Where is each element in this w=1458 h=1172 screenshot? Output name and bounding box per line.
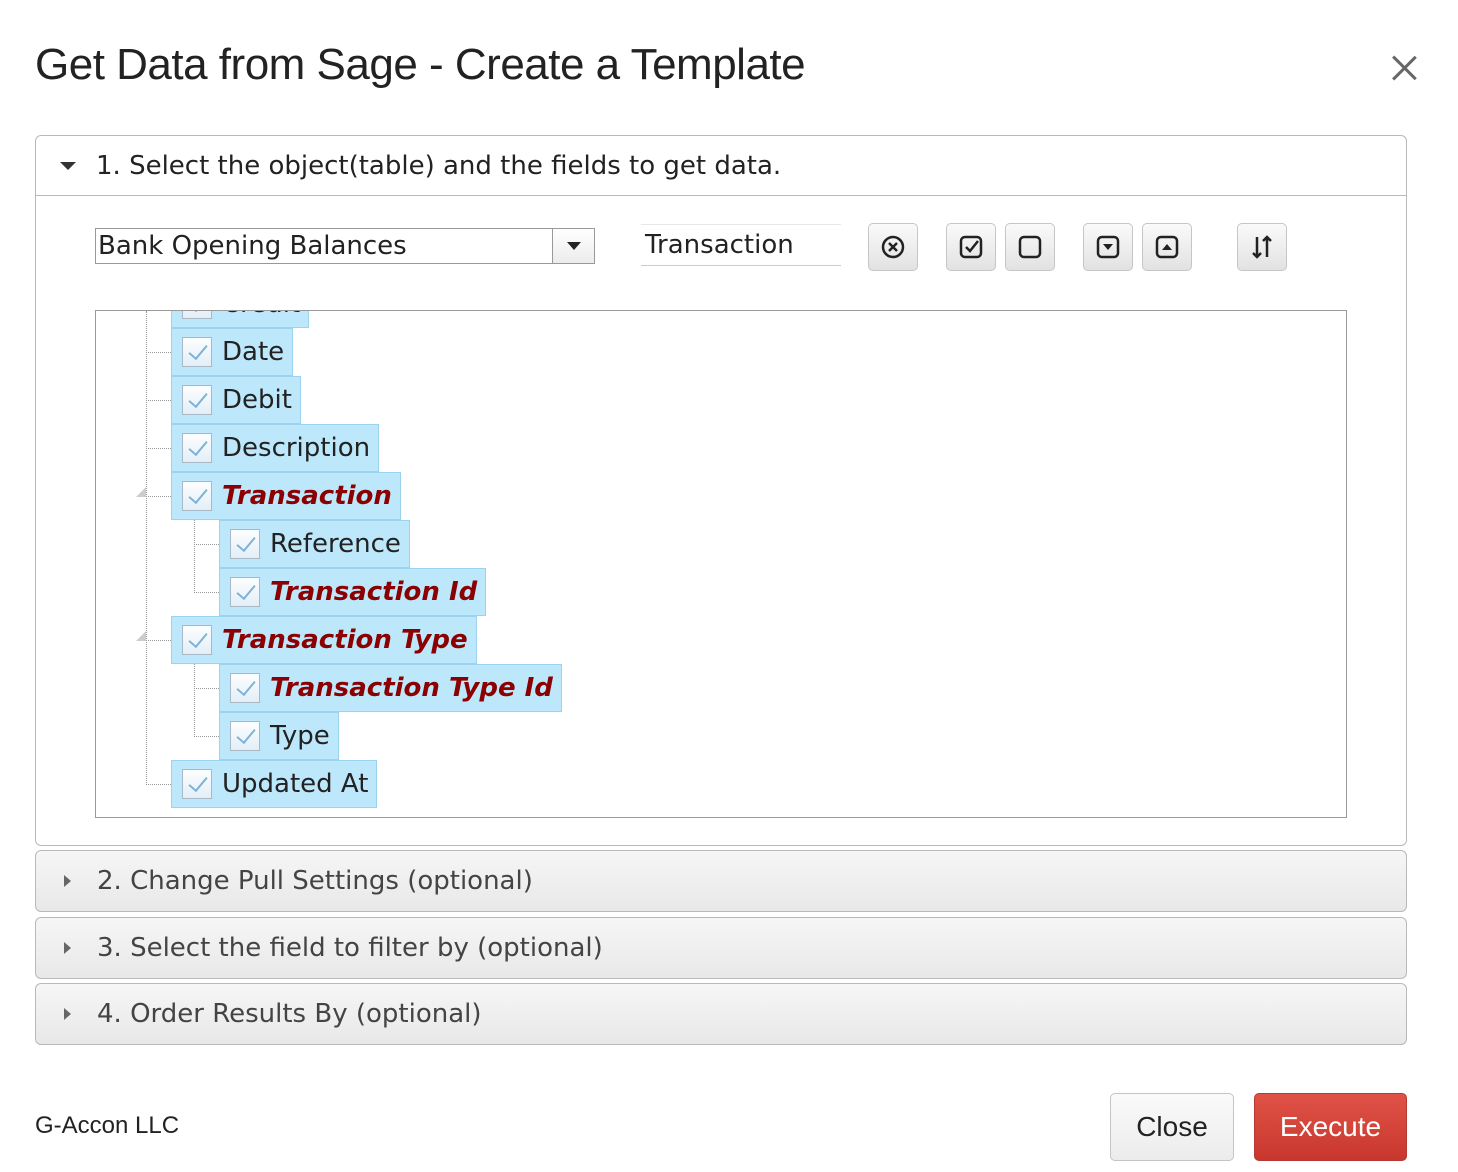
checkbox-checked-icon[interactable] [182, 385, 212, 415]
tree-connector [194, 736, 219, 737]
tree-connector [194, 519, 195, 593]
tree-connector [194, 544, 219, 545]
section-title-2: 2. Change Pull Settings (optional) [97, 866, 533, 896]
section-header-2[interactable]: 2. Change Pull Settings (optional) [36, 851, 1406, 911]
tree-item-transaction-type[interactable]: Transaction Type [171, 616, 477, 664]
clear-search-button[interactable] [868, 223, 918, 271]
clear-search-icon [881, 235, 905, 259]
field-search-input[interactable]: Transaction [641, 224, 841, 266]
checkbox-checked-icon[interactable] [230, 721, 260, 751]
collapse-all-button[interactable] [1142, 223, 1192, 271]
expand-toggle-icon[interactable] [136, 631, 146, 641]
field-search-value: Transaction [645, 230, 794, 260]
tree-connector [146, 311, 147, 785]
execute-button[interactable]: Execute [1254, 1093, 1407, 1161]
tree-item-label: Date [222, 337, 285, 367]
checkbox-checked-icon[interactable] [230, 529, 260, 559]
tree-item-label: Transaction Type [222, 625, 468, 655]
caret-right-icon [64, 1008, 71, 1020]
brand-label: G-Accon LLC [35, 1112, 180, 1139]
close-icon[interactable] [1386, 50, 1422, 86]
tree-item-label: Description [222, 433, 371, 463]
uncheck-all-icon [1018, 235, 1042, 259]
object-select[interactable]: Bank Opening Balances [95, 228, 595, 264]
check-all-icon [959, 235, 983, 259]
section-title-3: 3. Select the field to filter by (option… [97, 933, 603, 963]
section-header-4[interactable]: 4. Order Results By (optional) [36, 984, 1406, 1044]
uncheck-all-button[interactable] [1005, 223, 1055, 271]
sort-icon [1252, 235, 1272, 259]
sort-button[interactable] [1237, 223, 1287, 271]
tree-item-transaction[interactable]: Transaction [171, 472, 401, 520]
collapse-all-icon [1155, 235, 1179, 259]
checkbox-checked-icon[interactable] [230, 577, 260, 607]
checkbox-checked-icon[interactable] [182, 311, 212, 319]
object-select-value: Bank Opening Balances [98, 231, 407, 261]
tree-item-label: Type [270, 721, 330, 751]
tree-item-label: Reference [270, 529, 401, 559]
expand-all-button[interactable] [1083, 223, 1133, 271]
expand-toggle-icon[interactable] [136, 487, 146, 497]
checkbox-checked-icon[interactable] [182, 337, 212, 367]
field-tree[interactable]: Credit Date Debit Description Transactio… [95, 310, 1347, 818]
tree-connector [146, 400, 171, 401]
check-all-button[interactable] [946, 223, 996, 271]
tree-item-label: Debit [222, 385, 292, 415]
tree-connector [194, 663, 195, 737]
checkbox-checked-icon[interactable] [182, 625, 212, 655]
chevron-down-icon[interactable] [552, 229, 594, 263]
tree-connector [146, 496, 171, 497]
caret-right-icon [64, 942, 71, 954]
tree-item-label: Transaction Type Id [270, 673, 553, 703]
tree-item-label: Transaction Id [270, 577, 478, 607]
tree-item-description[interactable]: Description [171, 424, 380, 472]
checkbox-checked-icon[interactable] [230, 673, 260, 703]
caret-down-icon [60, 161, 76, 170]
expand-all-icon [1096, 235, 1120, 259]
tree-connector [146, 784, 171, 785]
checkbox-checked-icon[interactable] [182, 769, 212, 799]
tree-connector [146, 448, 171, 449]
section-header-1[interactable]: 1. Select the object(table) and the fiel… [36, 136, 1406, 196]
checkbox-checked-icon[interactable] [182, 481, 212, 511]
tree-item-date[interactable]: Date [171, 328, 294, 376]
tree-connector [146, 352, 171, 353]
tree-item-reference[interactable]: Reference [219, 520, 410, 568]
tree-item-label: Transaction [222, 481, 392, 511]
section-header-3[interactable]: 3. Select the field to filter by (option… [36, 918, 1406, 978]
section-title-1: 1. Select the object(table) and the fiel… [96, 150, 782, 181]
dialog-title: Get Data from Sage - Create a Template [35, 40, 806, 89]
tree-item-transaction-type-id[interactable]: Transaction Type Id [219, 664, 562, 712]
tree-item-type[interactable]: Type [219, 712, 339, 760]
close-button[interactable]: Close [1110, 1093, 1234, 1161]
checkbox-checked-icon[interactable] [182, 433, 212, 463]
tree-connector [146, 640, 171, 641]
tree-item-credit[interactable]: Credit [171, 311, 310, 328]
tree-item-debit[interactable]: Debit [171, 376, 301, 424]
tree-item-updated-at[interactable]: Updated At [171, 760, 378, 808]
tree-item-label: Updated At [222, 769, 369, 799]
section-filter[interactable]: 3. Select the field to filter by (option… [35, 917, 1407, 979]
section-order-results[interactable]: 4. Order Results By (optional) [35, 983, 1407, 1045]
tree-connector [194, 688, 219, 689]
tree-item-transaction-id[interactable]: Transaction Id [219, 568, 487, 616]
tree-item-label: Credit [222, 311, 300, 319]
tree-connector [194, 592, 219, 593]
caret-right-icon [64, 875, 71, 887]
section-pull-settings[interactable]: 2. Change Pull Settings (optional) [35, 850, 1407, 912]
section-title-4: 4. Order Results By (optional) [97, 999, 482, 1029]
